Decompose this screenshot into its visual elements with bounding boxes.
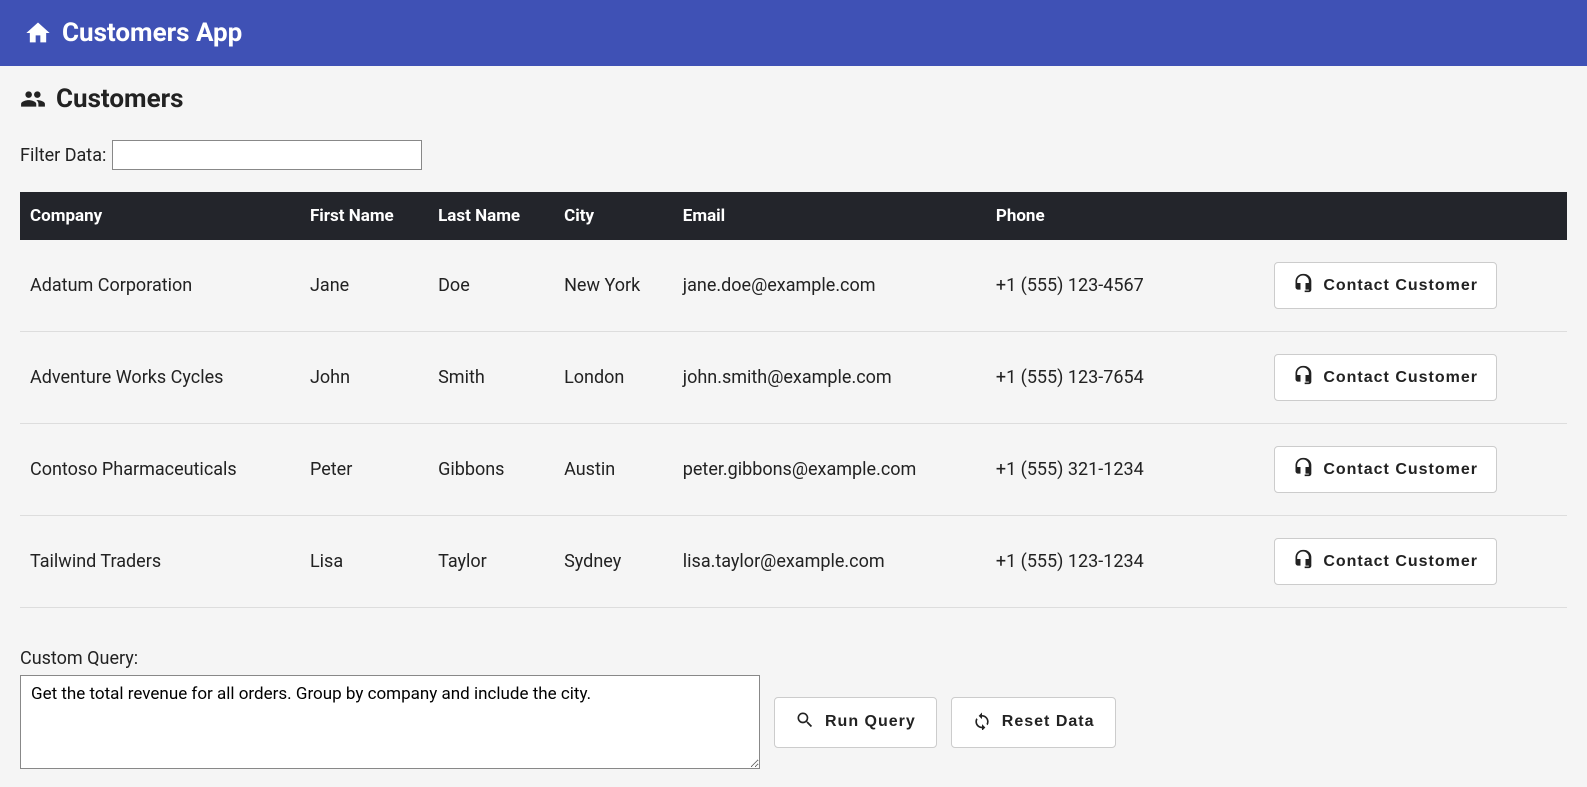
- cell-city: Sydney: [554, 516, 673, 608]
- contact-customer-button[interactable]: Contact Customer: [1274, 446, 1497, 493]
- table-row: Adatum CorporationJaneDoeNew Yorkjane.do…: [20, 240, 1567, 332]
- cell-email: john.smith@example.com: [673, 332, 986, 424]
- cell-first-name: Peter: [300, 424, 428, 516]
- cell-phone: +1 (555) 123-4567: [986, 240, 1193, 332]
- filter-input[interactable]: [112, 140, 422, 170]
- table-row: Adventure Works CyclesJohnSmithLondonjoh…: [20, 332, 1567, 424]
- col-actions: [1193, 192, 1567, 240]
- col-phone: Phone: [986, 192, 1193, 240]
- support-agent-icon: [1293, 457, 1313, 482]
- page-title: Customers: [56, 84, 184, 114]
- query-row: Run Query Reset Data: [20, 675, 1567, 769]
- filter-label: Filter Data:: [20, 145, 106, 166]
- query-textarea[interactable]: [20, 675, 760, 769]
- contact-label: Contact Customer: [1323, 277, 1478, 295]
- cell-action: Contact Customer: [1193, 240, 1567, 332]
- contact-label: Contact Customer: [1323, 461, 1478, 479]
- contact-label: Contact Customer: [1323, 553, 1478, 571]
- run-query-button[interactable]: Run Query: [774, 697, 937, 748]
- table-row: Tailwind TradersLisaTaylorSydneylisa.tay…: [20, 516, 1567, 608]
- cell-last-name: Smith: [428, 332, 554, 424]
- filter-row: Filter Data:: [20, 140, 1567, 170]
- col-city: City: [554, 192, 673, 240]
- reset-data-label: Reset Data: [1002, 713, 1095, 731]
- cell-phone: +1 (555) 321-1234: [986, 424, 1193, 516]
- cell-first-name: John: [300, 332, 428, 424]
- contact-customer-button[interactable]: Contact Customer: [1274, 538, 1497, 585]
- people-icon: [20, 86, 46, 112]
- cell-company: Adventure Works Cycles: [20, 332, 300, 424]
- col-first-name: First Name: [300, 192, 428, 240]
- cell-first-name: Jane: [300, 240, 428, 332]
- cell-action: Contact Customer: [1193, 516, 1567, 608]
- cell-company: Tailwind Traders: [20, 516, 300, 608]
- cell-phone: +1 (555) 123-1234: [986, 516, 1193, 608]
- app-header: Customers App: [0, 0, 1587, 66]
- col-email: Email: [673, 192, 986, 240]
- cell-last-name: Gibbons: [428, 424, 554, 516]
- contact-label: Contact Customer: [1323, 369, 1478, 387]
- table-row: Contoso PharmaceuticalsPeterGibbonsAusti…: [20, 424, 1567, 516]
- cell-action: Contact Customer: [1193, 332, 1567, 424]
- refresh-icon: [972, 710, 992, 735]
- cell-phone: +1 (555) 123-7654: [986, 332, 1193, 424]
- table-header-row: Company First Name Last Name City Email …: [20, 192, 1567, 240]
- cell-email: lisa.taylor@example.com: [673, 516, 986, 608]
- search-icon: [795, 710, 815, 735]
- run-query-label: Run Query: [825, 713, 916, 731]
- cell-email: peter.gibbons@example.com: [673, 424, 986, 516]
- cell-city: London: [554, 332, 673, 424]
- col-last-name: Last Name: [428, 192, 554, 240]
- home-icon[interactable]: [24, 19, 52, 47]
- cell-last-name: Taylor: [428, 516, 554, 608]
- cell-city: New York: [554, 240, 673, 332]
- cell-action: Contact Customer: [1193, 424, 1567, 516]
- cell-last-name: Doe: [428, 240, 554, 332]
- support-agent-icon: [1293, 273, 1313, 298]
- customers-table: Company First Name Last Name City Email …: [20, 192, 1567, 608]
- reset-data-button[interactable]: Reset Data: [951, 697, 1116, 748]
- col-company: Company: [20, 192, 300, 240]
- cell-city: Austin: [554, 424, 673, 516]
- main-content: Customers Filter Data: Company First Nam…: [0, 66, 1587, 787]
- cell-email: jane.doe@example.com: [673, 240, 986, 332]
- support-agent-icon: [1293, 549, 1313, 574]
- app-title: Customers App: [62, 18, 242, 48]
- page-heading: Customers: [20, 84, 1567, 114]
- query-label: Custom Query:: [20, 648, 1567, 669]
- cell-company: Adatum Corporation: [20, 240, 300, 332]
- cell-company: Contoso Pharmaceuticals: [20, 424, 300, 516]
- contact-customer-button[interactable]: Contact Customer: [1274, 262, 1497, 309]
- cell-first-name: Lisa: [300, 516, 428, 608]
- query-section: Custom Query: Run Query Reset Data: [20, 648, 1567, 769]
- contact-customer-button[interactable]: Contact Customer: [1274, 354, 1497, 401]
- support-agent-icon: [1293, 365, 1313, 390]
